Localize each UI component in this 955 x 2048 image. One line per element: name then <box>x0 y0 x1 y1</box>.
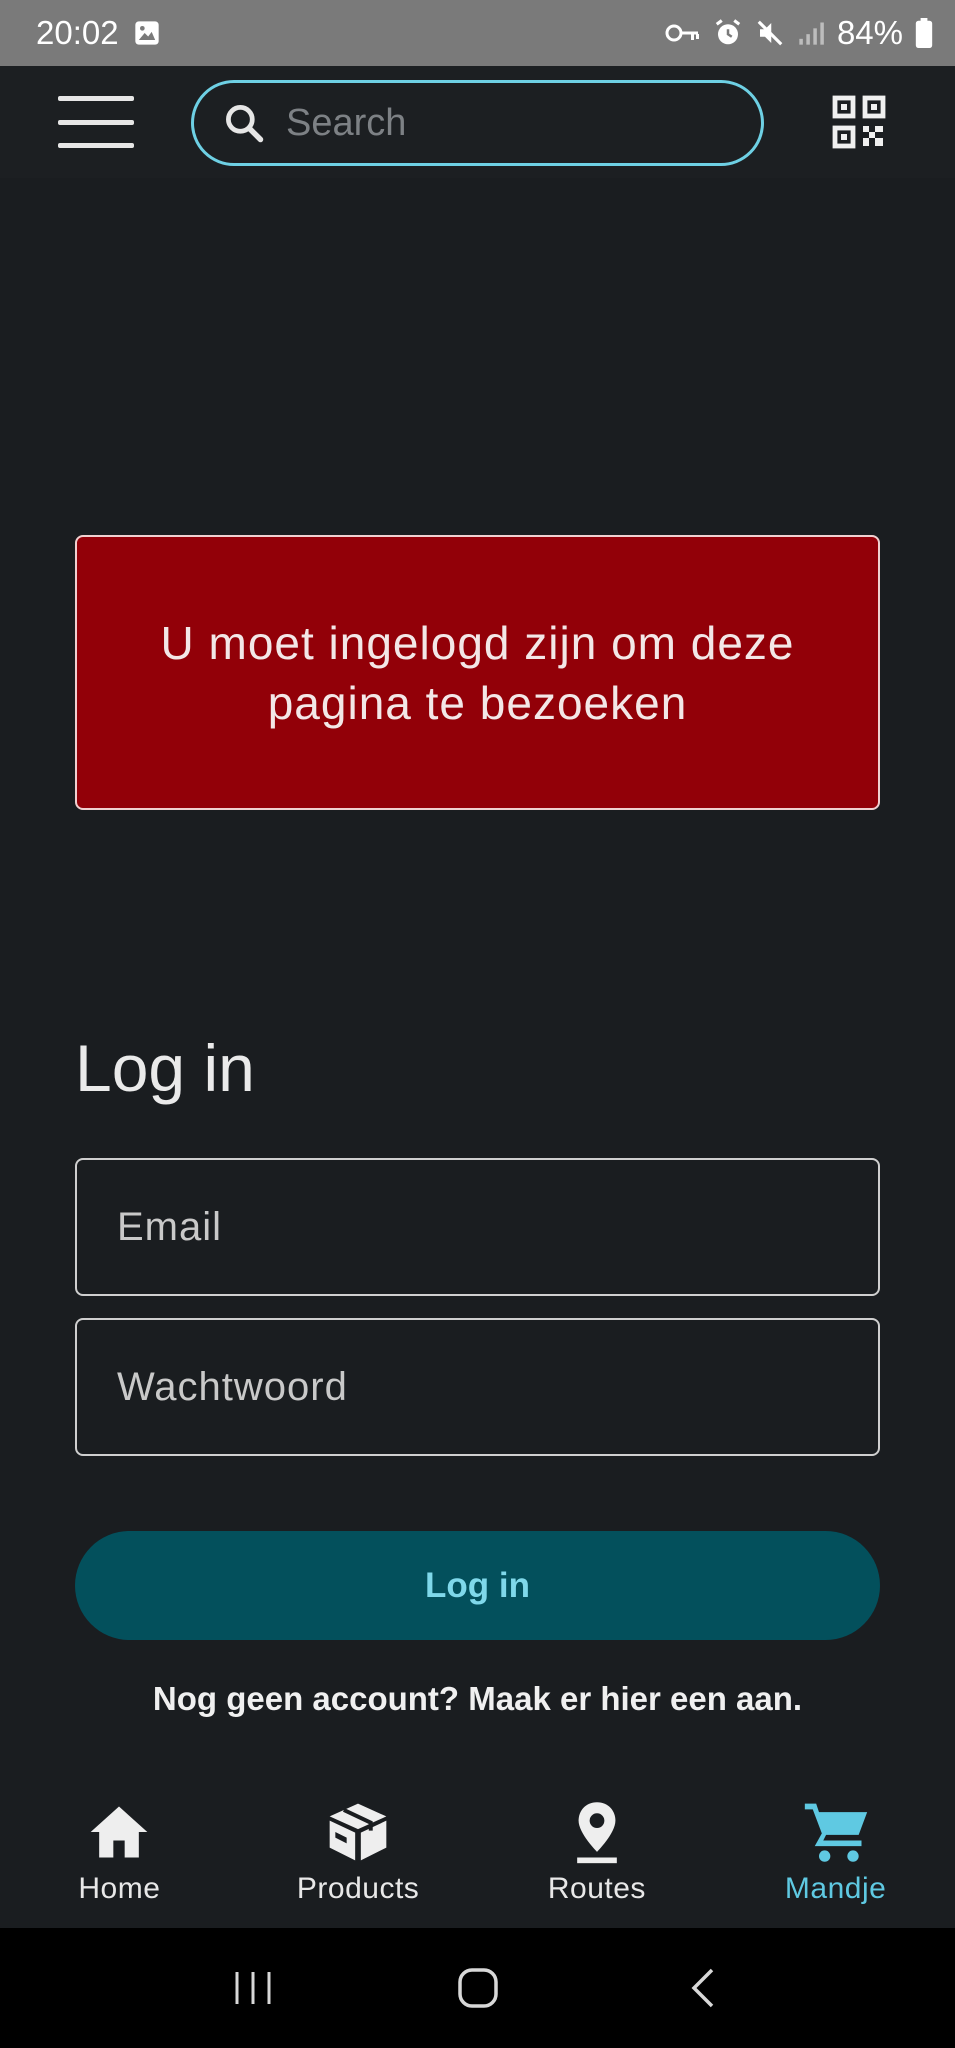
nav-item-home[interactable]: Home <box>0 1783 239 1928</box>
box-icon <box>329 1803 387 1861</box>
battery-percentage: 84% <box>836 14 903 51</box>
search-icon <box>226 105 264 143</box>
password-field[interactable] <box>75 1318 880 1456</box>
nav-label-products: Products <box>296 1872 420 1905</box>
nav-label-mandje: Mandje <box>784 1872 887 1905</box>
bottom-navigation: Home Products Routes Mandje <box>0 1783 955 1928</box>
nav-item-routes[interactable]: Routes <box>478 1783 717 1928</box>
status-bar: 20:02 84% <box>0 0 955 66</box>
email-field[interactable] <box>75 1158 880 1296</box>
nav-item-mandje[interactable]: Mandje <box>716 1783 955 1928</box>
hamburger-menu-icon[interactable] <box>58 96 134 148</box>
qr-code-scan-icon[interactable] <box>831 94 887 150</box>
home-icon <box>91 1806 148 1858</box>
back-icon[interactable] <box>673 1958 733 2018</box>
search-input[interactable] <box>286 101 726 145</box>
alert-message: U moet ingelogd zijn om deze pagina te b… <box>160 616 795 729</box>
recent-apps-icon[interactable] <box>223 1958 283 2018</box>
cart-icon <box>804 1803 867 1862</box>
map-pin-icon <box>577 1802 617 1864</box>
battery-icon <box>915 18 933 48</box>
login-title: Log in <box>75 1031 255 1105</box>
status-time: 20:02 <box>36 14 119 51</box>
register-link[interactable]: Nog geen account? Maak er hier een aan. <box>0 1680 955 1718</box>
system-navigation-bar <box>0 1928 955 2048</box>
signal-icon <box>797 19 825 47</box>
home-circle-icon[interactable] <box>448 1958 508 2018</box>
app-bar <box>0 66 955 178</box>
alarm-icon <box>713 18 743 48</box>
email-input[interactable] <box>117 1204 837 1250</box>
nav-label-routes: Routes <box>547 1872 646 1905</box>
login-button[interactable]: Log in <box>75 1531 880 1640</box>
search-box[interactable] <box>191 80 764 166</box>
nav-item-products[interactable]: Products <box>239 1783 478 1928</box>
nav-label-home: Home <box>78 1872 161 1905</box>
mute-icon <box>755 18 785 48</box>
login-required-alert: U moet ingelogd zijn om deze pagina te b… <box>75 535 880 810</box>
status-left: 20:02 <box>36 14 161 52</box>
status-right: 84% <box>665 14 933 52</box>
image-icon <box>133 19 161 47</box>
key-icon <box>665 21 701 45</box>
password-input[interactable] <box>117 1364 837 1410</box>
